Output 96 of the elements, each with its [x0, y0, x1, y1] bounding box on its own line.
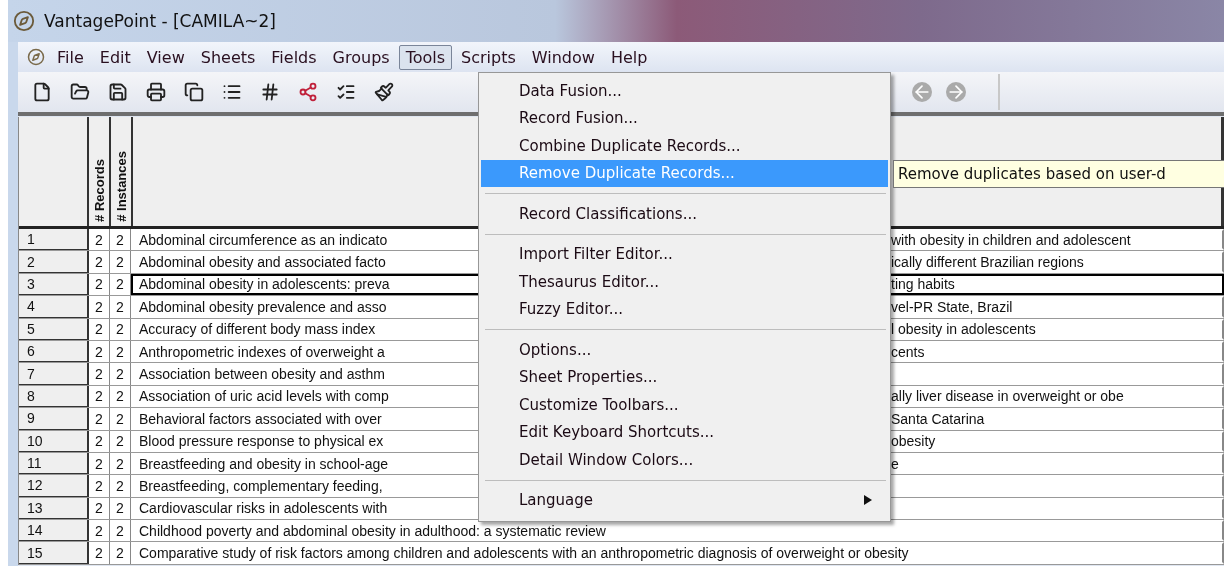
table-cell: 2 [110, 542, 131, 564]
row-header[interactable]: 3 [19, 273, 89, 296]
table-cell: 2 [110, 273, 131, 296]
table-cell: 2 [110, 229, 131, 251]
table-cell-text: Breastfeeding, complementary feeding, [139, 478, 384, 494]
table-cell-text: with obesity in children and adolescent [891, 231, 1132, 248]
table-cell: 2 [89, 408, 110, 430]
table-cell: 2 [89, 340, 110, 363]
table-cell-text: Cardiovascular risks in adolescents with [139, 500, 389, 517]
menu-item[interactable]: Scripts [454, 44, 523, 70]
menu-item[interactable]: View [139, 44, 192, 70]
table-cell: 2 [89, 385, 110, 408]
table-cell-text: Association of uric acid levels with comp [139, 388, 390, 405]
menu-item[interactable]: Tools [398, 44, 453, 70]
row-header[interactable]: 9 [19, 408, 89, 430]
table-cell-text: Breastfeeding and obesity in school-age [139, 455, 390, 472]
table-cell: 2 [89, 497, 110, 520]
table-cell: 2 [89, 296, 110, 318]
row-header[interactable]: 7 [19, 363, 89, 385]
row-header[interactable]: 10 [19, 430, 89, 452]
table-cell: 2 [89, 251, 110, 273]
column-header[interactable]: # Instances [111, 117, 133, 226]
menu-item[interactable]: Sheets [193, 44, 263, 70]
menu-item[interactable]: Edit [92, 44, 138, 70]
table-cell: 2 [89, 475, 110, 497]
table-cell-text: Abdominal obesity prevalence and asso [139, 298, 388, 315]
table-cell: 2 [110, 340, 131, 363]
table-cell-text: Abdominal obesity in adolescents: preva [139, 276, 391, 293]
table-cell-text: Association between obesity and asthm [139, 366, 386, 383]
menu-item[interactable]: Record Fusion... [481, 104, 888, 132]
table-cell: 2 [89, 542, 110, 564]
table-cell: 2 [89, 318, 110, 340]
table-cell: Childhood poverty and abdominal obesity in adulthood: a systematic review [139, 522, 606, 539]
menu-item[interactable]: Window [524, 44, 602, 70]
table-cell-text: vel-PR State, Brazil [891, 298, 1014, 315]
table-cell-text: Anthropometric indexes of overweight a [139, 343, 386, 360]
table-cell: Comparative study of risk factors among children and adolescents with an anthropometric diagnosis of overweight or obesity [139, 545, 909, 562]
table-cell-text: Blood pressure response to physical ex [139, 433, 385, 450]
table-cell: 2 [89, 363, 110, 385]
menu-item[interactable]: Sheet Properties... [481, 363, 888, 391]
table-cell: 2 [89, 452, 110, 475]
table-cell: 2 [110, 408, 131, 430]
table-cell: 2 [110, 363, 131, 385]
table-cell: 2 [89, 520, 110, 542]
table-cell: 2 [110, 318, 131, 340]
row-header[interactable]: 15 [19, 542, 89, 564]
row-header[interactable]: 11 [19, 452, 89, 475]
table-cell: 2 [110, 520, 131, 542]
table-cell-text: Santa Catarina [891, 410, 986, 427]
tooltip: Remove duplicates based on user-d [893, 160, 1224, 188]
table-cell: 2 [110, 385, 131, 408]
menu-item[interactable]: Customize Toolbars... [481, 391, 888, 419]
menu-item[interactable]: Import Filter Editor... [481, 240, 888, 268]
row-header[interactable]: 14 [19, 520, 89, 542]
table-cell-text: Abdominal circumference as an indicato [139, 231, 389, 248]
table-cell-text: cents [891, 343, 926, 360]
menu-item[interactable]: Groups [325, 44, 397, 70]
table-cell: 2 [89, 229, 110, 251]
table-cell: 2 [89, 430, 110, 452]
table-cell-text: ally liver disease in overweight or obe [891, 388, 1125, 405]
table-cell: 2 [110, 430, 131, 452]
row-header[interactable]: 6 [19, 340, 89, 363]
table-cell-text: e [891, 455, 900, 472]
menu-item[interactable]: Fuzzy Editor... [481, 295, 888, 323]
menu-item[interactable]: Edit Keyboard Shortcuts... [481, 418, 888, 446]
table-cell: 2 [110, 475, 131, 497]
column-header[interactable]: # Records [89, 117, 111, 226]
row-header[interactable]: 8 [19, 385, 89, 408]
menu-item[interactable]: Record Classifications... [481, 200, 888, 228]
table-cell: 2 [89, 273, 110, 296]
table-cell: 2 [110, 497, 131, 520]
table-cell-text: ting habits [891, 276, 956, 293]
row-header[interactable]: 2 [19, 251, 89, 273]
row-header[interactable]: 1 [19, 229, 89, 251]
row-header[interactable]: 13 [19, 497, 89, 520]
menu-item[interactable]: Detail Window Colors... [481, 446, 888, 474]
row-header[interactable]: 4 [19, 296, 89, 318]
table-cell-text: ically different Brazilian regions [891, 254, 1085, 271]
table-cell: 2 [110, 296, 131, 318]
menu-item[interactable]: File [50, 44, 91, 70]
table-cell-text: Accuracy of different body mass index [139, 321, 377, 338]
menu-item[interactable]: Combine Duplicate Records... [481, 132, 888, 160]
table-cell: 2 [110, 251, 131, 273]
menu-item[interactable]: Help [603, 44, 655, 70]
window-title: VantagePoint - [CAMILA~2] [44, 11, 276, 31]
table-cell-text: obesity [891, 433, 937, 450]
menu-item[interactable]: Language [481, 486, 888, 514]
menu-item[interactable]: Fields [264, 44, 324, 70]
table-cell-text: l obesity in adolescents [891, 321, 1037, 338]
row-header[interactable]: 5 [19, 318, 89, 340]
table-cell-text: Behavioral factors associated with over [139, 410, 383, 427]
table-cell: 2 [110, 452, 131, 475]
row-header[interactable]: 12 [19, 475, 89, 497]
menu-item[interactable]: Options... [481, 336, 888, 364]
menu-item[interactable]: Thesaurus Editor... [481, 268, 888, 296]
table-cell-text: Abdominal obesity and associated facto [139, 254, 387, 271]
